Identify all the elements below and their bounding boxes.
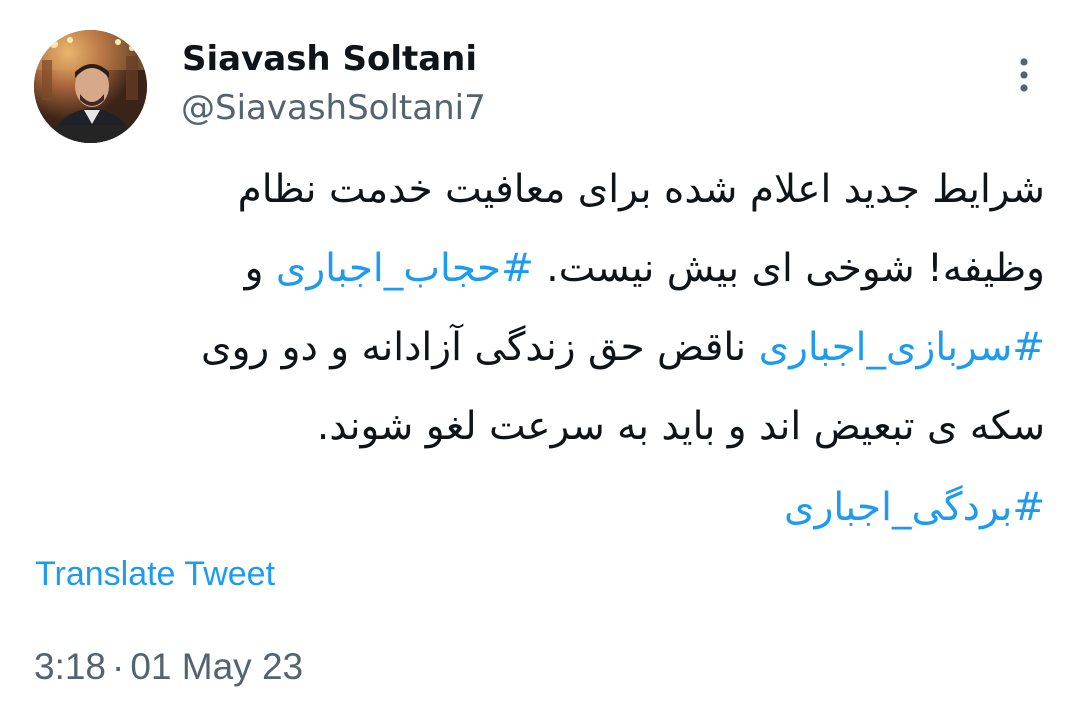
hashtag-link[interactable]: #سربازی_اجباری — [759, 325, 1045, 370]
tweet-text-segment: و — [244, 246, 264, 291]
meta-separator: · — [112, 646, 125, 687]
tweet-text-segment: سکه ی تبعیض اند و باید به سرعت لغو شوند. — [316, 404, 1045, 449]
tweet-line-1: شرایط جدید اعلام شده برای معافیت خدمت نظ… — [30, 150, 1045, 229]
tweet-line-4: سکه ی تبعیض اند و باید به سرعت لغو شوند. — [30, 387, 1045, 466]
hashtag-link[interactable]: #بردگی_اجباری — [784, 485, 1045, 530]
more-options-icon[interactable] — [1006, 55, 1042, 95]
author-display-name[interactable]: Siavash Soltani — [182, 36, 477, 82]
tweet-text-segment: شرایط جدید اعلام شده برای معافیت خدمت نظ… — [237, 167, 1045, 212]
tweet-timestamp[interactable]: 3:18 · 01 May 23 — [34, 643, 303, 691]
hashtag-link[interactable]: #حجاب_اجباری — [276, 246, 534, 291]
tweet-text: شرایط جدید اعلام شده برای معافیت خدمت نظ… — [30, 150, 1045, 547]
tweet-text-segment: ناقض حق زندگی آزادانه و دو روی — [201, 325, 747, 370]
author-handle[interactable]: @SiavashSoltani7 — [181, 85, 486, 131]
tweet-time: 3:18 — [34, 646, 107, 687]
tweet-line-5: #بردگی_اجباری — [30, 468, 1045, 547]
avatar[interactable] — [34, 30, 147, 143]
tweet-line-2: وظیفه! شوخی ای بیش نیست. #حجاب_اجباری و — [30, 229, 1045, 308]
tweet-text-segment: وظیفه! شوخی ای بیش نیست. — [546, 246, 1045, 291]
avatar-photo — [34, 30, 147, 143]
tweet-line-3: #سربازی_اجباری ناقض حق زندگی آزادانه و د… — [30, 308, 1045, 387]
translate-tweet-link[interactable]: Translate Tweet — [35, 552, 275, 596]
tweet-date: 01 May 23 — [130, 646, 304, 687]
